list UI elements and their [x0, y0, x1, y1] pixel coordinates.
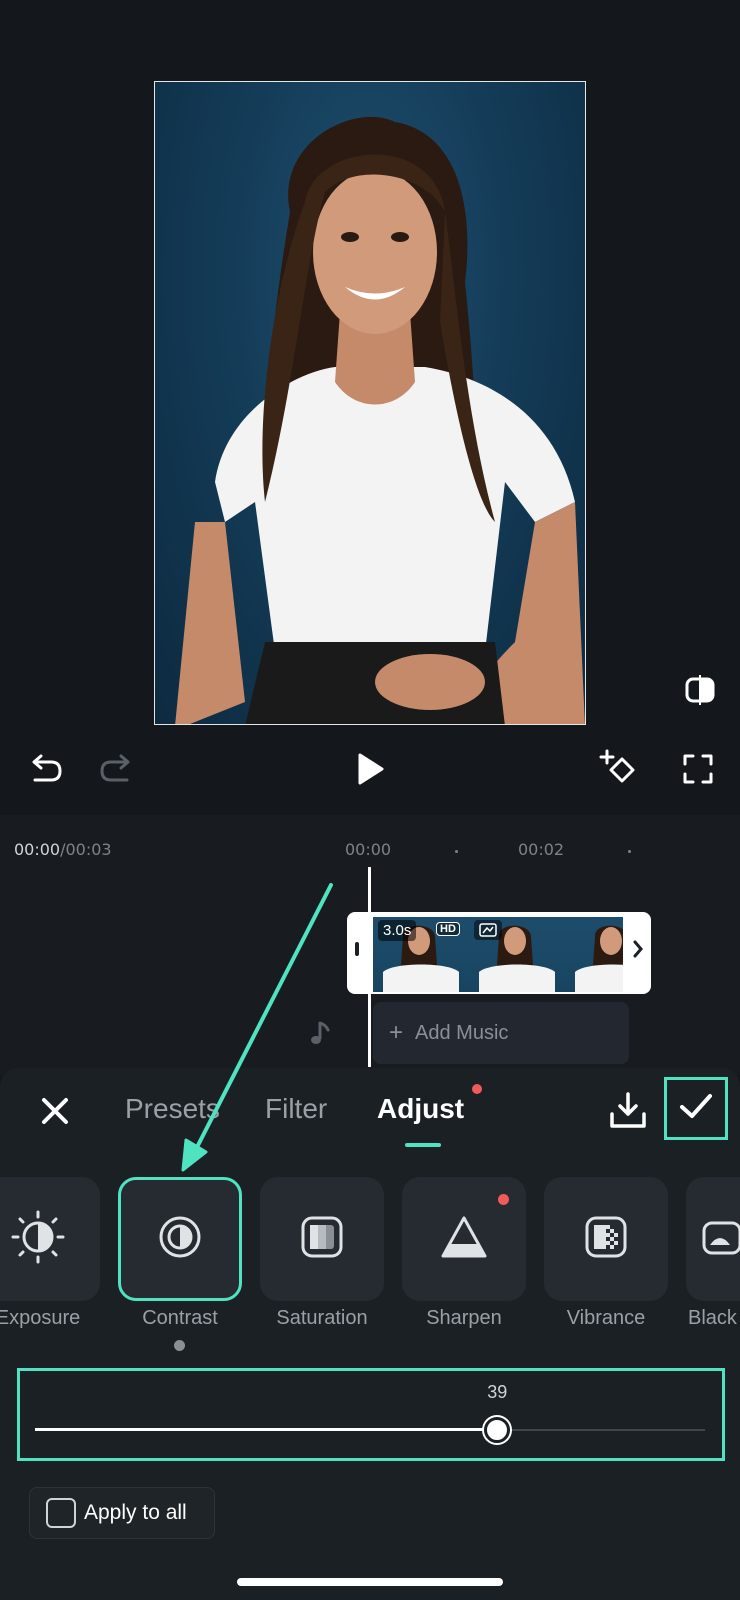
tutorial-arrow-icon: [181, 883, 333, 1172]
